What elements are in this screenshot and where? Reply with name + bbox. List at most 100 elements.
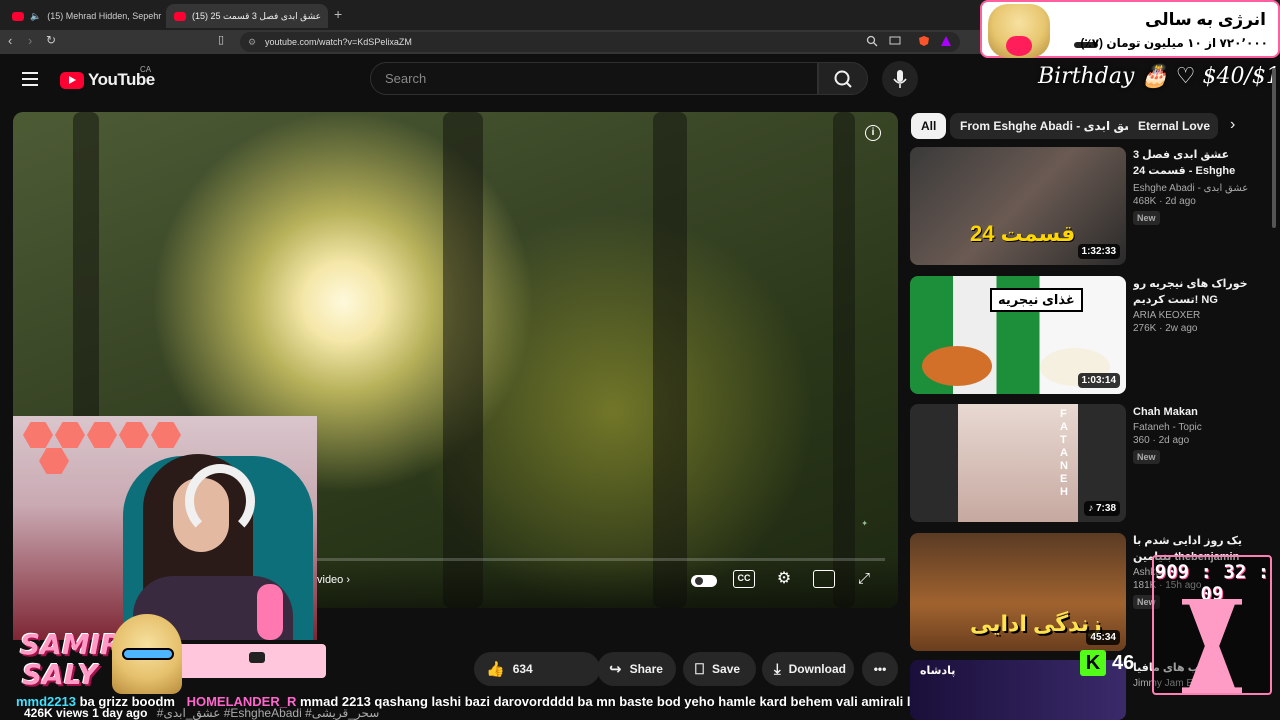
browser-tab-1-title: (15) Mehrad Hidden, Sepehr Khalse [47, 11, 164, 21]
streamer-webcam [13, 416, 317, 640]
video-stats: 468K · 2d ago [1133, 196, 1196, 207]
new-tab-icon[interactable]: + [334, 6, 342, 22]
next-video-label: video [317, 574, 344, 586]
channel-watermark: ✦ [861, 519, 868, 528]
new-badge: New [1133, 211, 1160, 225]
search-button[interactable] [818, 62, 868, 95]
chip-from-channel[interactable]: From Eshghe Abadi - عشق ابدی [950, 113, 1155, 139]
captions-icon[interactable]: CC [733, 570, 755, 588]
donation-goal-overlay: انرژی به سالی ۷۲۰٬۰۰۰ از ۱۰ میلیون تومان… [980, 0, 1280, 58]
zoom-icon[interactable] [866, 35, 878, 47]
chat-message: ba grizz boodm [79, 694, 175, 709]
donation-progress: ۷۲۰٬۰۰۰ از ۱۰ میلیون تومان (۷٪) [1080, 36, 1268, 50]
back-icon[interactable]: ‹ [8, 33, 12, 48]
chat-username: HOMELANDER_R [186, 694, 297, 709]
pink-microphone [257, 584, 283, 640]
brave-shield-icon[interactable] [918, 35, 930, 47]
youtube-logo[interactable]: YouTube CA [60, 65, 155, 90]
video-title[interactable]: Chah Makan [1133, 404, 1265, 420]
kick-viewer-counter: K 46 [1080, 648, 1144, 678]
channel-name[interactable]: Eshghe Abadi - عشق ابدی [1133, 183, 1265, 194]
site-info-icon[interactable]: ⚙ [248, 32, 256, 52]
streamer-logo-line-2: SALY [22, 658, 98, 691]
channel-name[interactable]: ARIA KEOXER [1133, 310, 1265, 321]
chip-all[interactable]: All [911, 113, 947, 139]
save-label: Save [712, 662, 741, 676]
glasses-icon [122, 648, 174, 660]
recommendation-info: عشق ابدی فصل 3 قسمت 24 - Eshghe Abadi Es… [1133, 147, 1265, 226]
settings-gear-icon[interactable]: ⚙ [773, 570, 795, 588]
channel-name[interactable]: Fataneh - Topic [1133, 422, 1265, 433]
like-count[interactable]: 634 [513, 662, 533, 676]
next-video-link[interactable]: video › [317, 574, 350, 586]
save-button[interactable]: ⎕ Save [683, 652, 756, 686]
streamer-logo: SAMIRA SALY [0, 630, 143, 692]
download-button[interactable]: ⤓ Download [762, 652, 854, 686]
tree-trunk [833, 112, 855, 608]
video-thumbnail[interactable]: غذای نیجریه 1:03:14 [910, 276, 1126, 394]
video-title[interactable]: خوراک های نیجریه رو تست کردیم! NG [1133, 276, 1265, 308]
download-label: Download [788, 662, 846, 676]
youtube-play-icon [60, 71, 84, 89]
headset-icon [185, 464, 255, 538]
tree-trunk [443, 112, 483, 608]
youtube-favicon-icon [12, 11, 24, 21]
reload-icon[interactable]: ↻ [46, 33, 56, 47]
share-button[interactable]: ↪ Share [597, 652, 676, 686]
scrollbar[interactable] [1272, 68, 1276, 228]
birthday-goal-overlay: Birthday 🎂 ♡ $40/$1 [1038, 64, 1280, 89]
pink-banner [160, 644, 326, 678]
timer-value: 909 : 32 : 09 [1154, 561, 1270, 605]
forward-icon[interactable]: › [28, 33, 32, 48]
search-icon [834, 70, 852, 88]
recommendation-item[interactable]: غذای نیجریه 1:03:14 خوراک های نیجریه رو … [910, 276, 1270, 394]
recommendation-item[interactable]: FATANEH ♪ 7:38 Chah Makan Fataneh - Topi… [910, 404, 1270, 522]
url-field[interactable]: ⚙ youtube.com/watch?v=KdSPelixaZM [240, 32, 960, 52]
recommendation-info: خوراک های نیجریه رو تست کردیم! NG ARIA K… [1133, 276, 1265, 334]
chat-overlay: mmd2213 ba grizz boodm HOMELANDER_R mmad… [0, 694, 1060, 714]
video-thumbnail[interactable]: زندگی ادایی 45:34 [910, 533, 1126, 651]
video-thumbnail[interactable]: FATANEH ♪ 7:38 [910, 404, 1126, 522]
new-badge: New [1133, 450, 1160, 464]
hamburger-menu-icon[interactable] [22, 72, 38, 90]
recommendation-item[interactable]: قسمت 24 1:32:33 عشق ابدی فصل 3 قسمت 24 -… [910, 147, 1270, 265]
more-icon: ••• [873, 662, 887, 676]
more-actions-button[interactable]: ••• [862, 652, 898, 686]
search-placeholder: Search [385, 71, 427, 86]
hexagon-light [23, 422, 53, 448]
voice-search-button[interactable] [882, 61, 918, 97]
url-text: youtube.com/watch?v=KdSPelixaZM [265, 37, 412, 47]
browser-tab-2[interactable]: (15) عشق ابدی فصل 3 قسمت 25 ✕ [166, 4, 328, 28]
bookmark-icon: ⎕ [695, 660, 705, 678]
like-icon[interactable]: 👍 [486, 660, 505, 678]
thumbnail-text: قسمت 24 [970, 221, 1076, 246]
chat-message: mmad 2213 qashang lashi bazi darovordddd… [300, 694, 980, 709]
microphone-icon [893, 70, 907, 88]
thumbnail-text: پادشاه [920, 665, 956, 677]
cast-icon[interactable] [889, 35, 901, 47]
brave-rewards-icon[interactable] [940, 35, 952, 47]
chevron-right-icon[interactable]: › [1230, 116, 1235, 134]
chip-eternal-love[interactable]: Eternal Love [1128, 113, 1218, 139]
speaker-icon: 🔈 [30, 10, 42, 21]
hourglass-icon [1182, 599, 1242, 693]
bookmark-icon[interactable]: ▯ [218, 33, 224, 46]
video-duration: 45:34 [1086, 630, 1120, 645]
video-thumbnail[interactable]: قسمت 24 1:32:33 [910, 147, 1126, 265]
fullscreen-icon[interactable]: ⤢ [853, 570, 875, 588]
browser-tab-2-title: (15) عشق ابدی فصل 3 قسمت 25 [192, 10, 322, 21]
browser-tab-1[interactable]: 🔈 (15) Mehrad Hidden, Sepehr Khalse [4, 4, 164, 28]
search-input[interactable]: Search [370, 62, 818, 95]
info-icon[interactable]: i [865, 125, 881, 141]
youtube-favicon-icon [174, 11, 186, 21]
video-title[interactable]: عشق ابدی فصل 3 قسمت 24 - Eshghe Abadi [1133, 147, 1265, 181]
recommendation-info: Chah Makan Fataneh - Topic 360 · 2d ago … [1133, 404, 1265, 465]
cartoon-avatar [112, 614, 182, 694]
download-icon: ⤓ [774, 660, 781, 678]
close-tab-icon[interactable]: ✕ [327, 11, 328, 22]
autoplay-toggle[interactable] [691, 575, 717, 587]
hexagon-light [119, 422, 149, 448]
hexagon-light [151, 422, 181, 448]
miniplayer-icon[interactable] [813, 570, 835, 588]
thumbnail-text: غذای نیجریه [990, 288, 1083, 312]
